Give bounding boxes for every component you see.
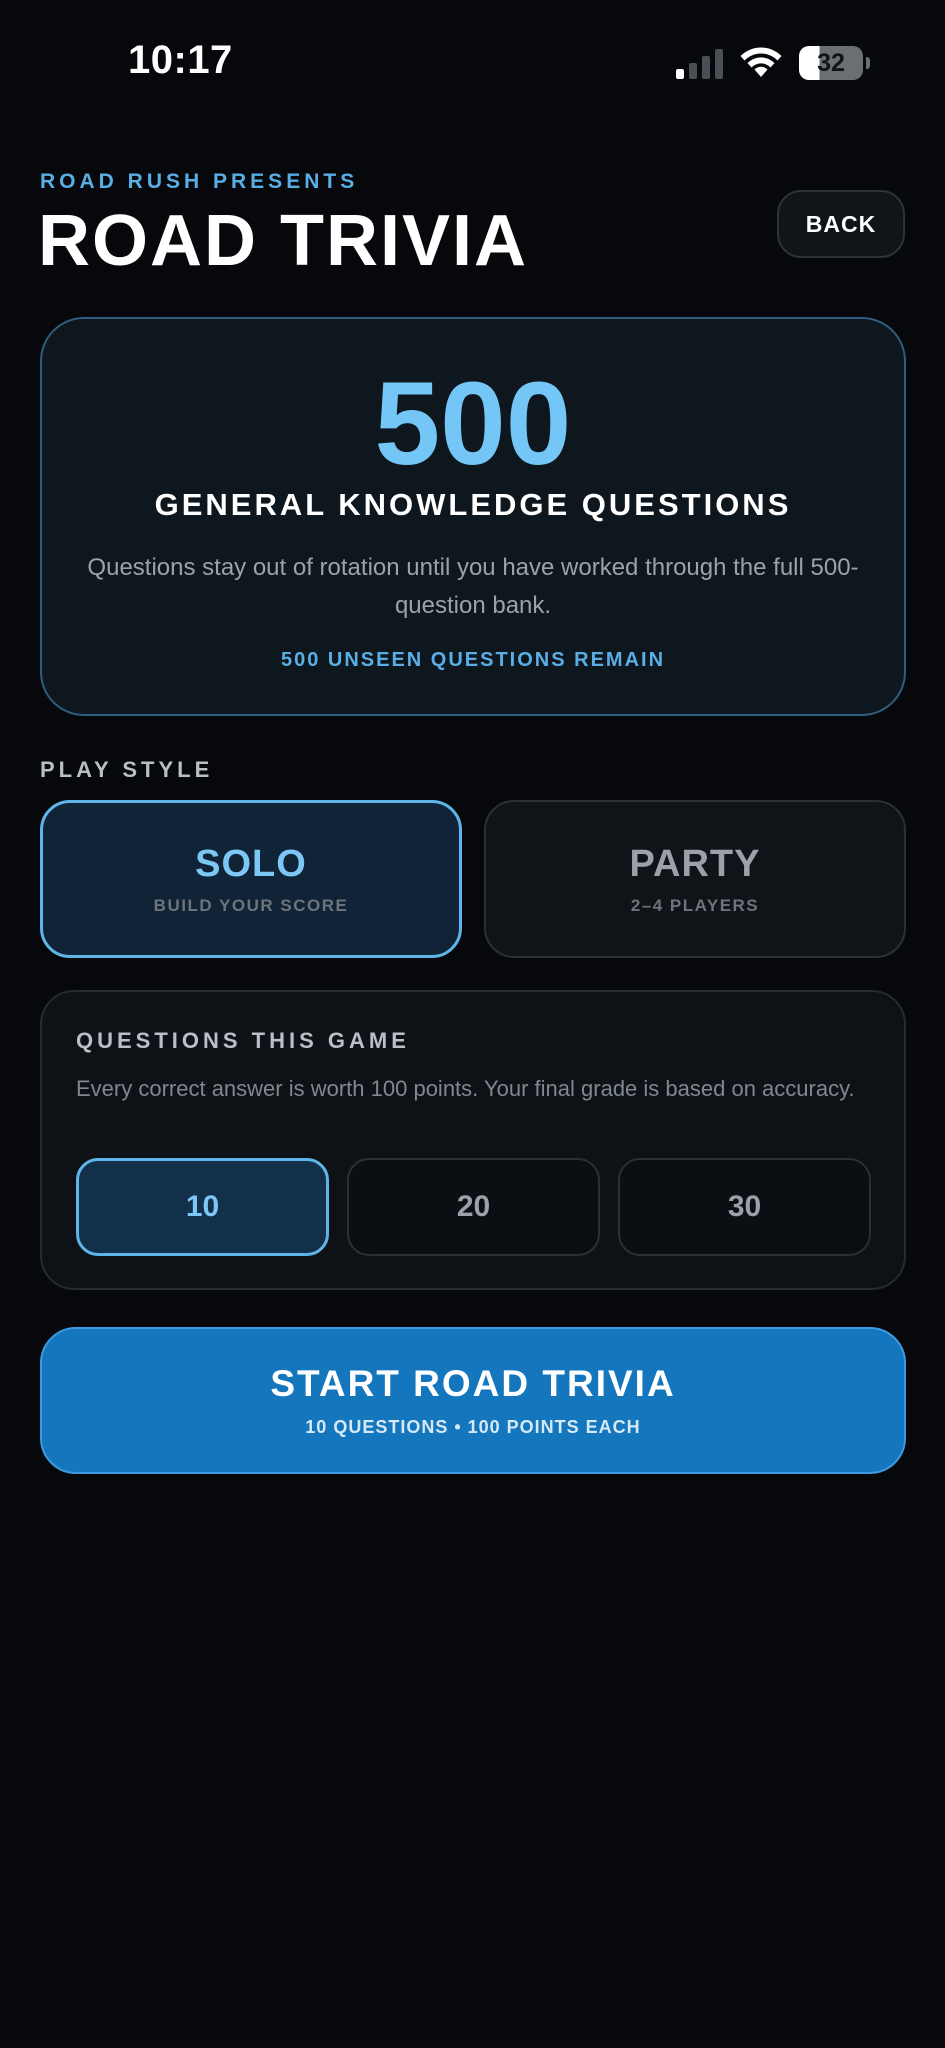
question-bank-count: 500 — [374, 358, 572, 490]
battery-level: 32 — [817, 48, 845, 77]
unseen-questions-remaining: 500 UNSEEN QUESTIONS REMAIN — [280, 649, 666, 671]
play-style-solo-title: SOLO — [195, 842, 307, 885]
play-style-solo-option[interactable]: SOLO BUILD YOUR SCORE — [40, 800, 462, 958]
start-road-trivia-button[interactable]: START ROAD TRIVIA 10 QUESTIONS • 100 POI… — [40, 1327, 906, 1474]
play-style-label: PLAY STYLE — [40, 757, 214, 782]
question-bank-description: Questions stay out of rotation until you… — [87, 554, 859, 619]
question-bank-heading: GENERAL KNOWLEDGE QUESTIONS — [154, 487, 792, 522]
back-button[interactable]: BACK — [777, 190, 905, 258]
eyebrow-label: ROAD RUSH PRESENTS — [40, 170, 359, 193]
status-icons: 32 — [676, 46, 870, 80]
start-button-title: START ROAD TRIVIA — [270, 1363, 676, 1404]
question-count-card: QUESTIONS THIS GAME Every correct answer… — [40, 990, 906, 1290]
question-bank-card: 500 GENERAL KNOWLEDGE QUESTIONS Question… — [40, 317, 906, 716]
question-count-note: Every correct answer is worth 100 points… — [76, 1076, 855, 1101]
play-style-party-option[interactable]: PARTY 2–4 PLAYERS — [484, 800, 906, 958]
start-button-subtitle: 10 QUESTIONS • 100 POINTS EACH — [305, 1417, 641, 1437]
battery-icon: 32 — [799, 46, 870, 80]
question-count-10-option[interactable]: 10 — [76, 1158, 329, 1256]
question-count-20-option[interactable]: 20 — [347, 1158, 600, 1256]
cellular-signal-icon — [676, 47, 723, 79]
status-time: 10:17 — [128, 38, 233, 82]
play-style-party-subtitle: 2–4 PLAYERS — [630, 895, 760, 915]
play-style-solo-subtitle: BUILD YOUR SCORE — [153, 895, 349, 915]
question-count-heading: QUESTIONS THIS GAME — [76, 1028, 410, 1053]
wifi-icon — [740, 47, 782, 77]
page-title: ROAD TRIVIA — [38, 201, 528, 281]
question-count-30-option[interactable]: 30 — [618, 1158, 871, 1256]
play-style-party-title: PARTY — [629, 842, 761, 885]
status-bar: 10:17 32 — [0, 0, 945, 128]
